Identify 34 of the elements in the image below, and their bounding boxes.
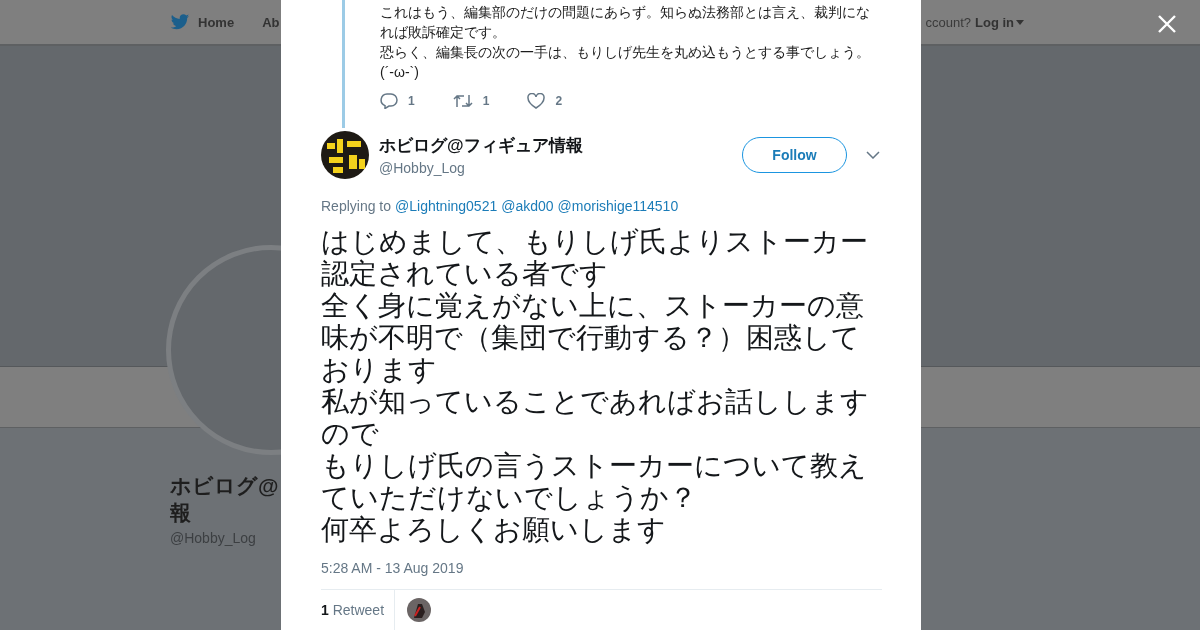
- follow-button[interactable]: Follow: [742, 137, 847, 173]
- tweet-text-line: 恐らく、編集長の次の一手は、もりしげ先生を丸め込もうとする事でしょう。(´-ω-`): [380, 43, 871, 82]
- action-count: 2: [555, 94, 563, 108]
- tweet-text-line: もりしげ氏の言うストーカーについて教えていただけないでしょうか？: [321, 450, 868, 514]
- avatar: [321, 131, 369, 179]
- about-link[interactable]: Ab: [262, 14, 280, 30]
- chevron-down-icon[interactable]: [866, 151, 880, 159]
- tweet-text-line: 私が知っていることであればお話ししますので: [321, 386, 870, 450]
- bird-icon: [170, 13, 190, 31]
- mention-link[interactable]: @morishige114510: [557, 198, 679, 214]
- profile-name: 報: [170, 500, 191, 526]
- action-count: 1: [482, 94, 490, 108]
- reply-icon[interactable]: [380, 93, 398, 109]
- tweet-text-line: これはもう、編集部のだけの問題にあらず。知らぬ法務部とは言え、裁判になれば敗訴確定です。: [380, 3, 871, 42]
- user-handle: @Hobby_Log: [379, 160, 466, 176]
- close-icon[interactable]: [1158, 15, 1176, 33]
- replying-label: Replying to: [321, 198, 392, 214]
- home-link[interactable]: Home: [198, 14, 235, 30]
- tweet-text-line: 全く身に覚えがない上に、ストーカーの意味が不明で（集団で行動する？）困惑しております: [321, 290, 865, 386]
- retweet-count[interactable]: 1 Retweet: [321, 590, 396, 630]
- account-prompt: ccount?: [925, 14, 971, 30]
- tweet-text-line: はじめまして、もりしげ氏よりストーカー認定されている者です: [321, 226, 869, 290]
- mention-link[interactable]: @Lightning0521: [395, 198, 498, 214]
- display-name[interactable]: ホビログ@フィギュア情報: [379, 134, 742, 157]
- action-count: 1: [408, 94, 415, 108]
- profile-name: ホビログ@: [170, 473, 279, 499]
- timestamp[interactable]: 5:28 AM - 13 Aug 2019: [321, 560, 882, 576]
- retweet-icon[interactable]: [452, 93, 473, 109]
- user-avatar[interactable]: [407, 598, 432, 622]
- tweet-text-line: 何卒よろしくお願いします: [321, 514, 667, 546]
- login-link[interactable]: Log in: [975, 14, 1024, 30]
- caret-icon: [1016, 19, 1024, 25]
- mention-link[interactable]: @akd00: [501, 198, 554, 214]
- heart-icon[interactable]: [527, 93, 546, 109]
